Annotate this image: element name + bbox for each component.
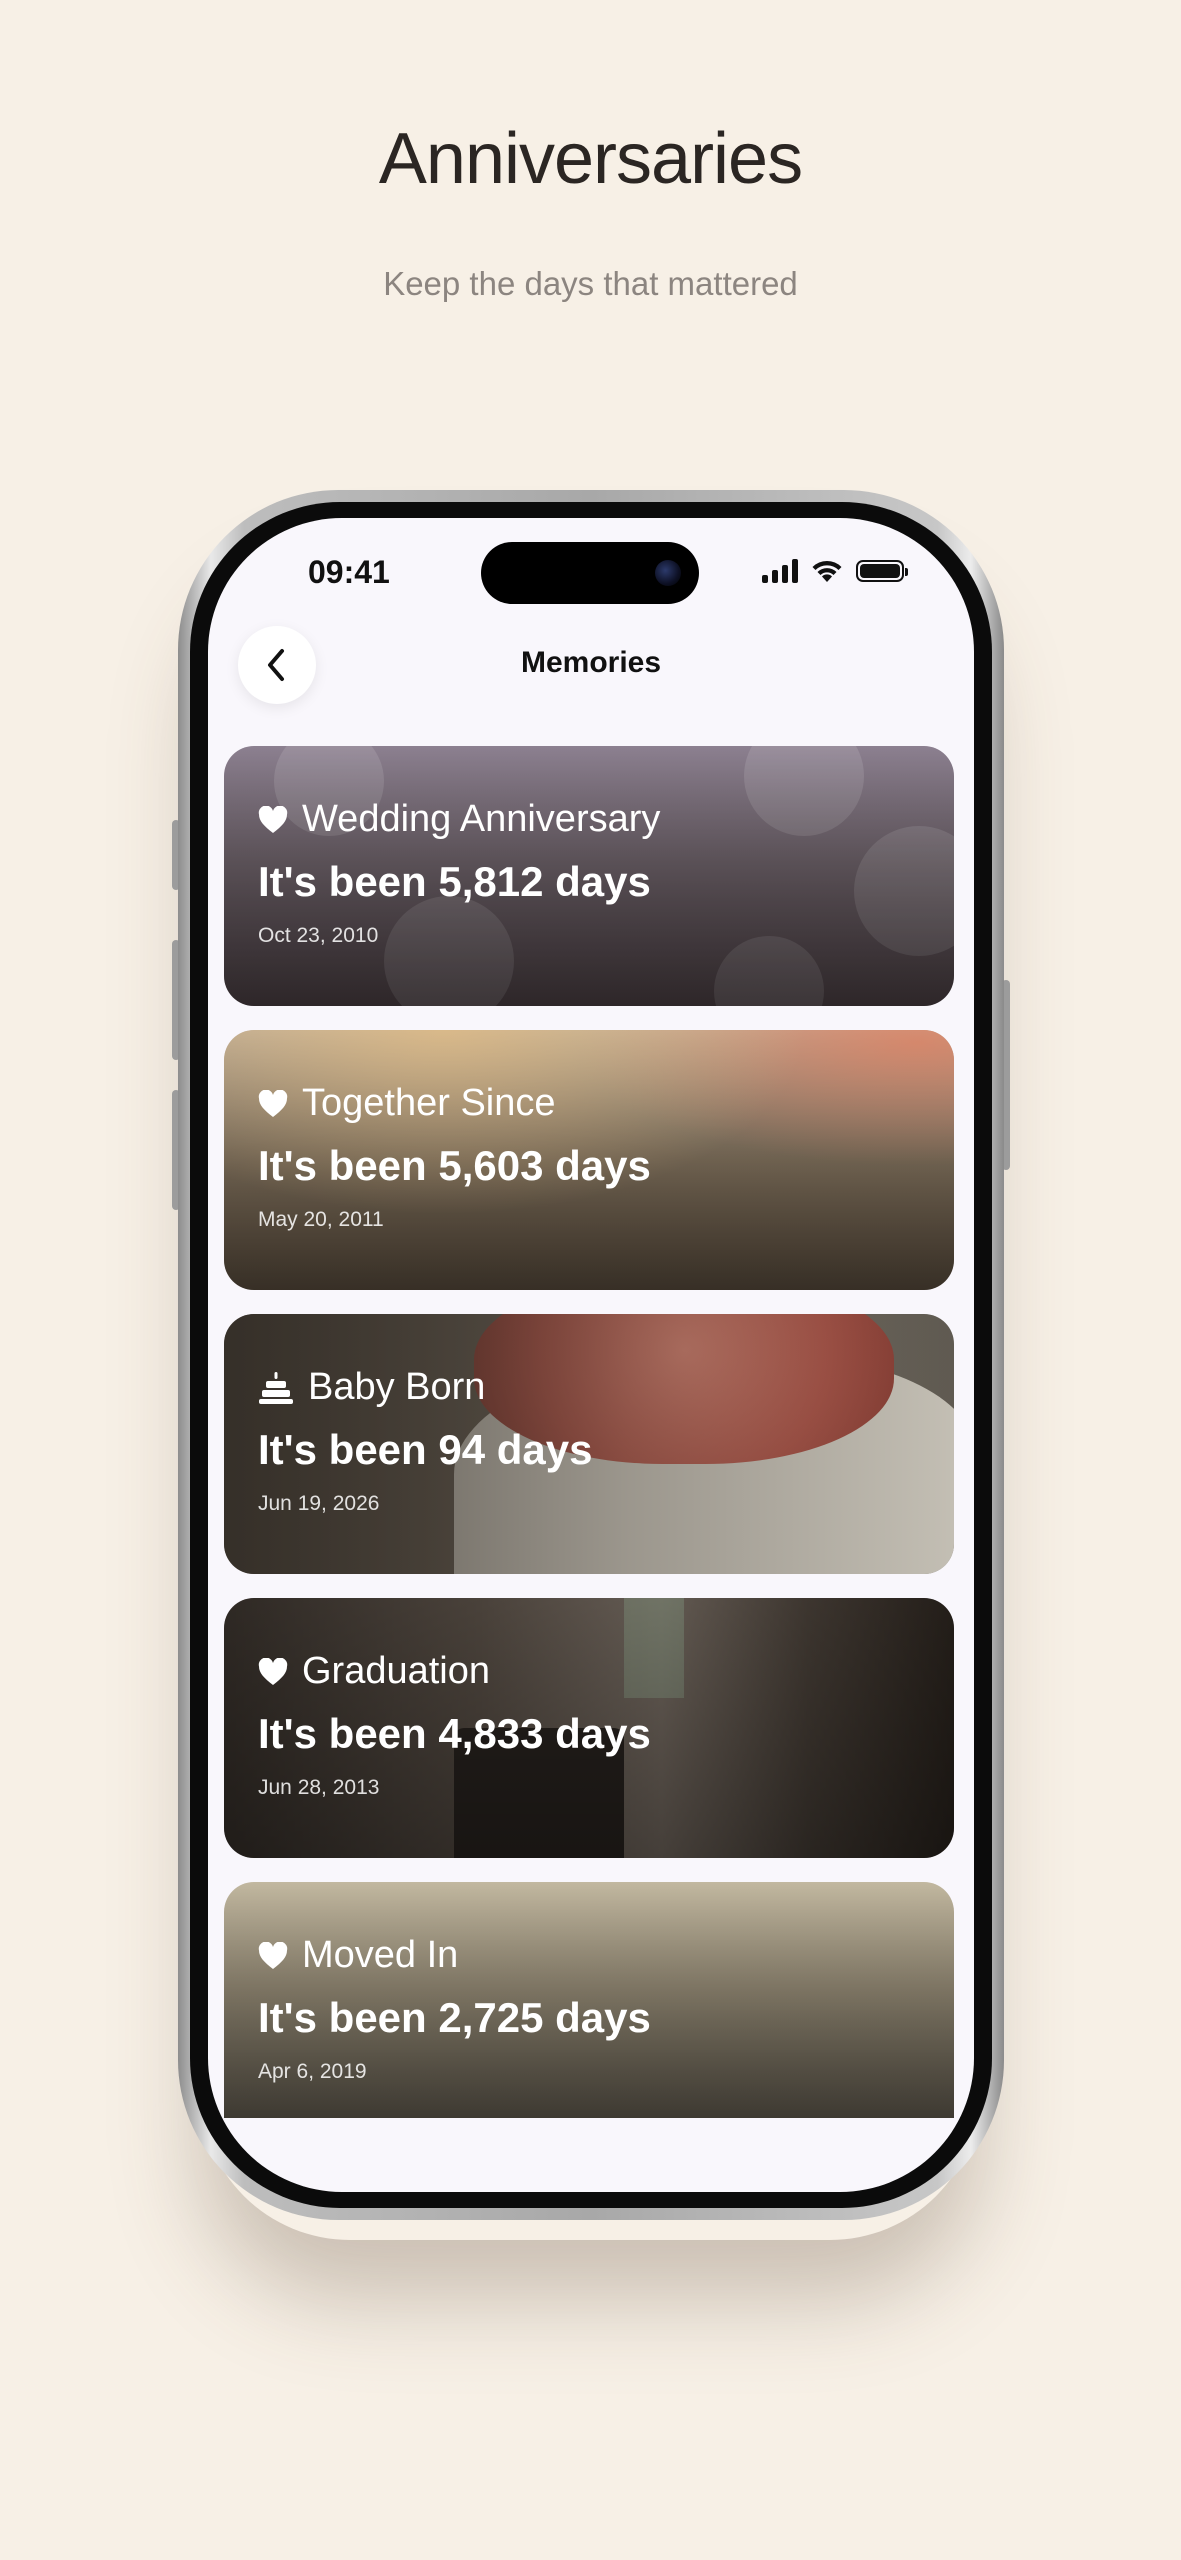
memory-card-together[interactable]: Together Since It's been 5,603 days May …	[224, 1030, 954, 1290]
heart-icon	[258, 1089, 288, 1117]
memory-title: Moved In	[258, 1934, 458, 1977]
heart-icon	[258, 1941, 288, 1969]
memory-title-text: Moved In	[302, 1934, 459, 1976]
memory-title: Together Since	[258, 1082, 556, 1125]
memory-date: Oct 23, 2010	[258, 924, 379, 947]
memory-title: Graduation	[258, 1650, 490, 1693]
status-time: 09:41	[308, 554, 390, 590]
cellular-signal-icon	[762, 559, 798, 583]
memory-date: Jun 28, 2013	[258, 1776, 380, 1799]
memories-list: Wedding Anniversary It's been 5,812 days…	[224, 746, 954, 2142]
memory-title: Wedding Anniversary	[258, 798, 660, 841]
heart-icon	[258, 1657, 288, 1685]
memory-title-text: Baby Born	[308, 1366, 486, 1408]
memory-title-text: Graduation	[302, 1650, 491, 1692]
memory-title-text: Wedding Anniversary	[302, 798, 661, 840]
cake-icon	[259, 1371, 293, 1404]
memory-day-count: It's been 5,812 days	[258, 858, 651, 905]
dynamic-island	[481, 542, 699, 604]
status-icons	[762, 558, 908, 584]
memory-day-count: It's been 4,833 days	[258, 1710, 651, 1757]
battery-icon	[856, 560, 908, 582]
memory-card-baby[interactable]: Baby Born It's been 94 days Jun 19, 2026	[224, 1314, 954, 1574]
memory-title-text: Together Since	[302, 1082, 556, 1124]
memory-day-count: It's been 2,725 days	[258, 1994, 651, 2041]
memory-date: Apr 6, 2019	[258, 2060, 367, 2083]
memory-title: Baby Born	[258, 1366, 485, 1409]
memory-card-graduation[interactable]: Graduation It's been 4,833 days Jun 28, …	[224, 1598, 954, 1858]
nav-title: Memories	[520, 646, 662, 679]
page-headline: Anniversaries	[378, 119, 803, 199]
camera-icon	[655, 560, 681, 586]
memory-card-moved-in[interactable]: Moved In It's been 2,725 days Apr 6, 201…	[224, 1882, 954, 2118]
memory-date: Jun 19, 2026	[258, 1492, 380, 1515]
phone-screen: 09:41 Memories Wedding Anniversary It's …	[208, 518, 974, 2192]
heart-icon	[258, 805, 288, 833]
wifi-icon	[812, 560, 842, 582]
memory-date: May 20, 2011	[258, 1208, 384, 1231]
memory-day-count: It's been 5,603 days	[258, 1142, 651, 1189]
memory-card-wedding[interactable]: Wedding Anniversary It's been 5,812 days…	[224, 746, 954, 1006]
memory-day-count: It's been 94 days	[258, 1426, 593, 1473]
page-subline: Keep the days that mattered	[383, 265, 798, 302]
